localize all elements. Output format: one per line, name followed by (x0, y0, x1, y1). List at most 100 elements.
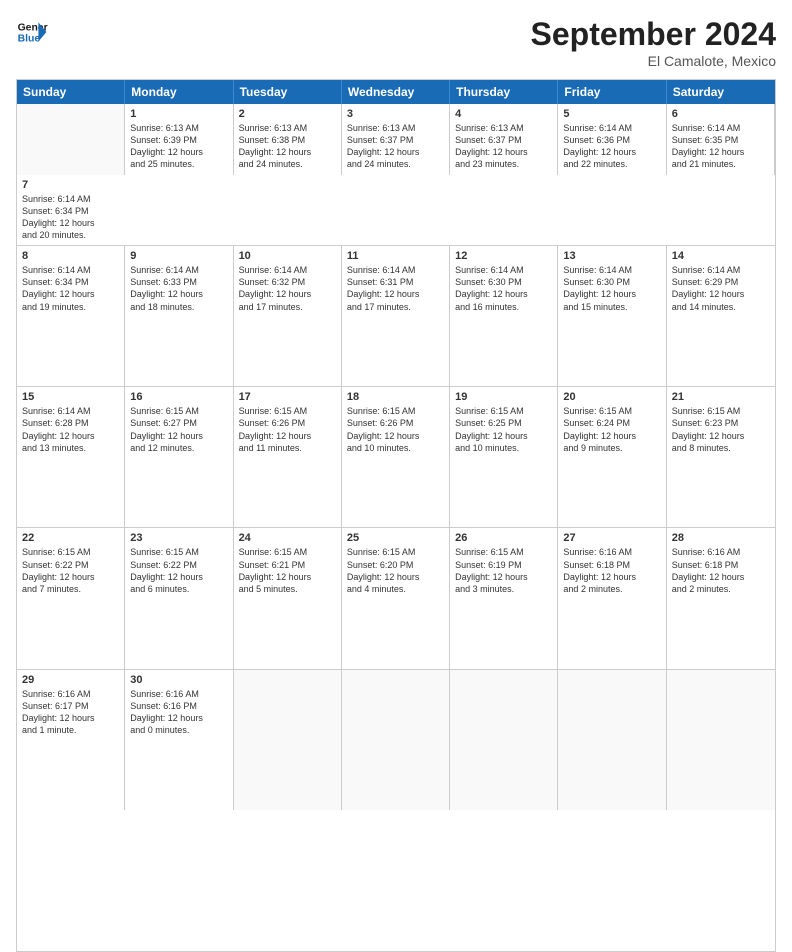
day-text: Sunrise: 6:14 AMSunset: 6:33 PMDaylight:… (130, 264, 227, 313)
cal-cell: 11 Sunrise: 6:14 AMSunset: 6:31 PMDayligh… (342, 246, 450, 386)
day-text: Sunrise: 6:13 AMSunset: 6:38 PMDaylight:… (239, 122, 336, 171)
day-num: 3 (347, 108, 444, 120)
header-saturday: Saturday (667, 80, 775, 104)
day-num: 18 (347, 391, 444, 403)
cal-cell: 24 Sunrise: 6:15 AMSunset: 6:21 PMDayligh… (234, 528, 342, 668)
cal-cell (450, 670, 558, 810)
cal-cell: 20 Sunrise: 6:15 AMSunset: 6:24 PMDayligh… (558, 387, 666, 527)
day-num: 8 (22, 250, 119, 262)
cal-cell: 22Sunrise: 6:15 AMSunset: 6:22 PMDayligh… (17, 528, 125, 668)
svg-text:Blue: Blue (18, 34, 41, 45)
week-0: 1 Sunrise: 6:13 AMSunset: 6:39 PMDaylight… (17, 104, 775, 245)
day-num: 1 (130, 108, 227, 120)
logo-icon: General Blue (16, 16, 48, 48)
cal-cell: 26 Sunrise: 6:15 AMSunset: 6:19 PMDayligh… (450, 528, 558, 668)
cal-cell (667, 670, 775, 810)
day-num: 15 (22, 391, 119, 403)
title-area: September 2024 El Camalote, Mexico (531, 16, 776, 69)
day-text: Sunrise: 6:15 AMSunset: 6:21 PMDaylight:… (239, 546, 336, 595)
day-text: Sunrise: 6:13 AMSunset: 6:39 PMDaylight:… (130, 122, 227, 171)
cal-cell: 8 Sunrise: 6:14 AMSunset: 6:34 PMDaylight… (17, 246, 125, 386)
cal-cell (558, 670, 666, 810)
cal-cell (234, 670, 342, 810)
cal-cell (342, 670, 450, 810)
day-text: Sunrise: 6:14 AMSunset: 6:35 PMDaylight:… (672, 122, 769, 171)
day-num: 26 (455, 532, 552, 544)
day-text: Sunrise: 6:15 AMSunset: 6:22 PMDaylight:… (130, 546, 227, 595)
header-thursday: Thursday (450, 80, 558, 104)
cal-cell: 25Sunrise: 6:15 AMSunset: 6:20 PMDayligh… (342, 528, 450, 668)
day-num: 24 (239, 532, 336, 544)
cal-cell: 29 Sunrise: 6:16 AMSunset: 6:17 PMDayligh… (17, 670, 125, 810)
day-num: 30 (130, 674, 227, 686)
day-text: Sunrise: 6:15 AMSunset: 6:19 PMDaylight:… (455, 546, 552, 595)
cal-cell: 13Sunrise: 6:14 AMSunset: 6:30 PMDayligh… (558, 246, 666, 386)
header: General Blue September 2024 El Camalote,… (16, 16, 776, 69)
cal-cell: 9 Sunrise: 6:14 AMSunset: 6:33 PMDaylight… (125, 246, 233, 386)
day-num: 19 (455, 391, 552, 403)
day-text: Sunrise: 6:14 AMSunset: 6:29 PMDaylight:… (672, 264, 770, 313)
week-2: 8 Sunrise: 6:14 AMSunset: 6:34 PMDaylight… (17, 245, 775, 386)
calendar-header: Sunday Monday Tuesday Wednesday Thursday… (17, 80, 775, 104)
day-num: 7 (22, 179, 120, 191)
day-num: 16 (130, 391, 227, 403)
day-text: Sunrise: 6:14 AMSunset: 6:36 PMDaylight:… (563, 122, 660, 171)
cal-cell: 17Sunrise: 6:15 AMSunset: 6:26 PMDayligh… (234, 387, 342, 527)
day-text: Sunrise: 6:13 AMSunset: 6:37 PMDaylight:… (347, 122, 444, 171)
day-num: 5 (563, 108, 660, 120)
day-text: Sunrise: 6:13 AMSunset: 6:37 PMDaylight:… (455, 122, 552, 171)
location-title: El Camalote, Mexico (531, 53, 776, 69)
cal-cell: 30 Sunrise: 6:16 AMSunset: 6:16 PMDayligh… (125, 670, 233, 810)
day-num: 28 (672, 532, 770, 544)
day-num: 9 (130, 250, 227, 262)
day-text: Sunrise: 6:15 AMSunset: 6:25 PMDaylight:… (455, 405, 552, 454)
cal-cell: 10 Sunrise: 6:14 AMSunset: 6:32 PMDayligh… (234, 246, 342, 386)
day-text: Sunrise: 6:14 AMSunset: 6:31 PMDaylight:… (347, 264, 444, 313)
day-text: Sunrise: 6:16 AMSunset: 6:17 PMDaylight:… (22, 688, 119, 737)
day-text: Sunrise: 6:15 AMSunset: 6:24 PMDaylight:… (563, 405, 660, 454)
day-num: 13 (563, 250, 660, 262)
day-num: 14 (672, 250, 770, 262)
cal-cell: 7 Sunrise: 6:14 AMSunset: 6:34 PMDaylight… (17, 175, 125, 246)
day-num: 6 (672, 108, 769, 120)
day-num: 11 (347, 250, 444, 262)
day-text: Sunrise: 6:14 AMSunset: 6:30 PMDaylight:… (455, 264, 552, 313)
day-text: Sunrise: 6:15 AMSunset: 6:26 PMDaylight:… (347, 405, 444, 454)
day-num: 20 (563, 391, 660, 403)
day-num: 10 (239, 250, 336, 262)
day-text: Sunrise: 6:14 AMSunset: 6:32 PMDaylight:… (239, 264, 336, 313)
month-title: September 2024 (531, 16, 776, 53)
day-num: 2 (239, 108, 336, 120)
week-3: 15 Sunrise: 6:14 AMSunset: 6:28 PMDayligh… (17, 386, 775, 527)
header-wednesday: Wednesday (342, 80, 450, 104)
calendar-body: 1 Sunrise: 6:13 AMSunset: 6:39 PMDaylight… (17, 104, 775, 951)
cal-cell: 14 Sunrise: 6:14 AMSunset: 6:29 PMDayligh… (667, 246, 775, 386)
cal-cell: 2 Sunrise: 6:13 AMSunset: 6:38 PMDaylight… (234, 104, 342, 175)
header-tuesday: Tuesday (234, 80, 342, 104)
logo: General Blue (16, 16, 52, 48)
cal-cell: 4Sunrise: 6:13 AMSunset: 6:37 PMDaylight… (450, 104, 558, 175)
header-monday: Monday (125, 80, 233, 104)
day-text: Sunrise: 6:14 AMSunset: 6:34 PMDaylight:… (22, 264, 119, 313)
day-num: 23 (130, 532, 227, 544)
cal-cell: 6 Sunrise: 6:14 AMSunset: 6:35 PMDaylight… (667, 104, 775, 175)
day-num: 21 (672, 391, 770, 403)
day-text: Sunrise: 6:14 AMSunset: 6:28 PMDaylight:… (22, 405, 119, 454)
day-text: Sunrise: 6:16 AMSunset: 6:18 PMDaylight:… (672, 546, 770, 595)
cal-cell: 27Sunrise: 6:16 AMSunset: 6:18 PMDayligh… (558, 528, 666, 668)
day-num: 12 (455, 250, 552, 262)
cal-cell-empty (17, 104, 125, 175)
calendar: Sunday Monday Tuesday Wednesday Thursday… (16, 79, 776, 952)
day-text: Sunrise: 6:15 AMSunset: 6:26 PMDaylight:… (239, 405, 336, 454)
header-sunday: Sunday (17, 80, 125, 104)
day-text: Sunrise: 6:14 AMSunset: 6:34 PMDaylight:… (22, 193, 120, 242)
cal-cell: 28 Sunrise: 6:16 AMSunset: 6:18 PMDayligh… (667, 528, 775, 668)
day-num: 29 (22, 674, 119, 686)
cal-cell: 15 Sunrise: 6:14 AMSunset: 6:28 PMDayligh… (17, 387, 125, 527)
day-num: 22 (22, 532, 119, 544)
cal-cell: 23 Sunrise: 6:15 AMSunset: 6:22 PMDayligh… (125, 528, 233, 668)
day-text: Sunrise: 6:16 AMSunset: 6:16 PMDaylight:… (130, 688, 227, 737)
cal-cell: 5 Sunrise: 6:14 AMSunset: 6:36 PMDaylight… (558, 104, 666, 175)
cal-cell: 19 Sunrise: 6:15 AMSunset: 6:25 PMDayligh… (450, 387, 558, 527)
week-4: 22 Sunrise: 6:15 AMSunset: 6:22 PMDayligh… (17, 527, 775, 668)
